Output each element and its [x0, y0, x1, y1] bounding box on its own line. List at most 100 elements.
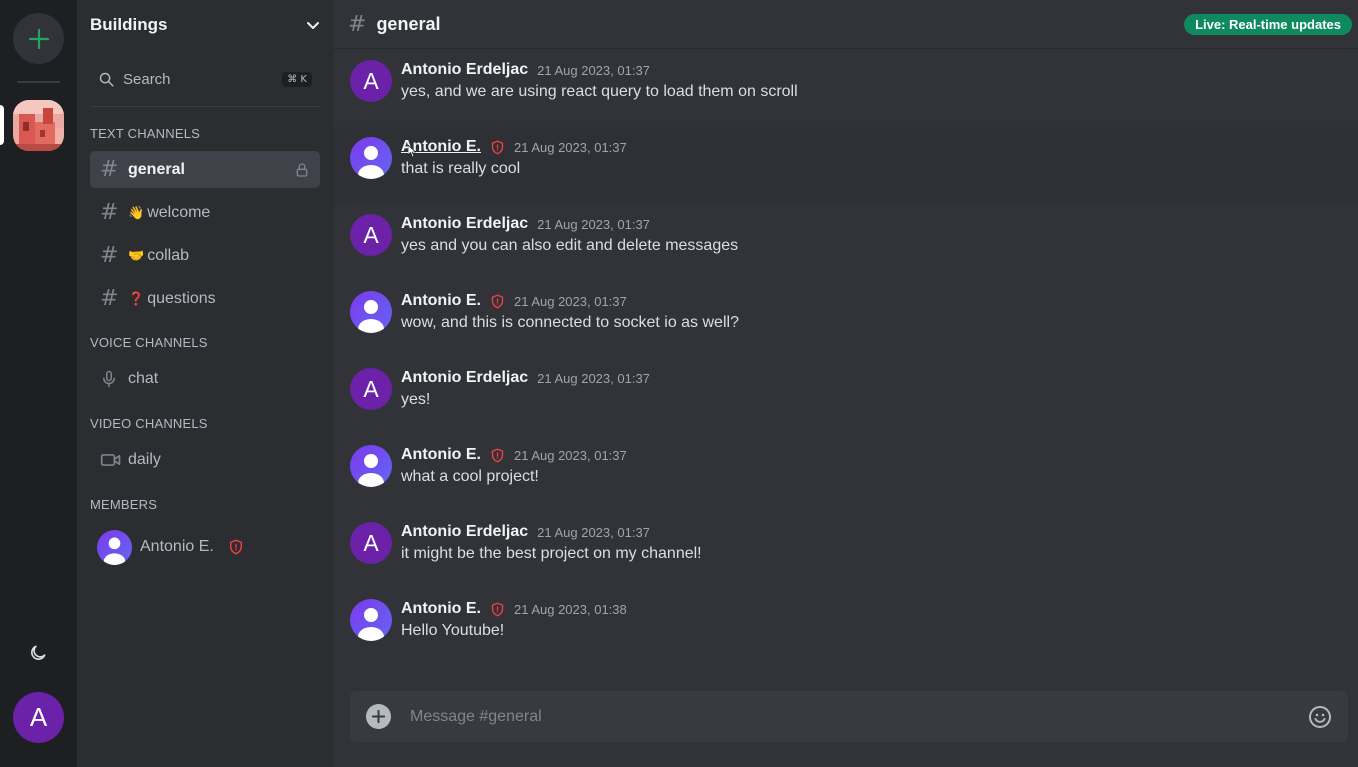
- channel-welcome[interactable]: # 👋 welcome: [90, 194, 320, 231]
- search-icon: [99, 72, 114, 87]
- channel-sidebar: Buildings Search ⌘ K TEXT CHANNELS # gen…: [77, 0, 334, 767]
- chat-header: # general Live: Real-time updates: [334, 0, 1358, 49]
- message-timestamp: 21 Aug 2023, 01:37: [537, 62, 650, 78]
- theme-toggle-button[interactable]: [26, 641, 50, 665]
- mouse-cursor-icon: [408, 145, 416, 157]
- default-avatar-icon[interactable]: [350, 291, 392, 333]
- author-avatar[interactable]: A: [350, 522, 392, 564]
- question-mark-emoji: ❓: [128, 290, 145, 306]
- author-avatar[interactable]: A: [350, 214, 392, 256]
- message-timestamp: 21 Aug 2023, 01:37: [537, 216, 650, 232]
- default-avatar-icon: [97, 529, 132, 565]
- channel-voice-chat[interactable]: chat: [90, 360, 320, 397]
- shield-icon: [490, 448, 505, 463]
- member-name: Antonio E.: [140, 538, 214, 555]
- message-timestamp: 21 Aug 2023, 01:37: [537, 524, 650, 540]
- rail-separator: [17, 81, 60, 83]
- user-avatar-initial: A: [29, 702, 48, 732]
- smiley-icon: [1309, 705, 1331, 728]
- attach-button[interactable]: [366, 704, 391, 729]
- message-item[interactable]: A Antonio Erdeljac 21 Aug 2023, 01:37 ye…: [334, 50, 1358, 127]
- message-text: yes, and we are using react query to loa…: [401, 83, 798, 100]
- message-item[interactable]: Antonio E. 21 Aug 2023, 01:37 that is re…: [334, 127, 1358, 204]
- message-text: yes and you can also edit and delete mes…: [401, 237, 739, 254]
- channel-title: general: [376, 13, 441, 34]
- mic-icon: [100, 369, 128, 389]
- message-timestamp: 21 Aug 2023, 01:38: [513, 601, 627, 617]
- channel-name: collab: [147, 246, 189, 264]
- sidebar-separator: [90, 106, 320, 107]
- shield-icon: [490, 602, 505, 617]
- message-timestamp: 21 Aug 2023, 01:37: [537, 370, 650, 386]
- message-author[interactable]: Antonio E.: [401, 600, 481, 618]
- message-text: wow, and this is connected to socket io …: [401, 314, 739, 331]
- live-status-badge: Live: Real-time updates: [1184, 14, 1352, 35]
- message-text: it might be the best project on my chann…: [401, 545, 702, 562]
- add-server-button[interactable]: [13, 13, 64, 64]
- member-item[interactable]: Antonio E.: [97, 529, 317, 565]
- user-avatar-button[interactable]: A: [13, 692, 64, 743]
- channel-name: daily: [128, 450, 161, 468]
- message-composer: [350, 691, 1348, 742]
- waving-hand-emoji: 👋: [128, 204, 145, 220]
- section-title-voice-channels: VOICE CHANNELS: [90, 335, 208, 350]
- server-rail: A: [0, 0, 77, 767]
- server-icon-buildings[interactable]: [13, 100, 64, 151]
- active-server-indicator: [0, 105, 4, 145]
- hash-icon: #: [100, 200, 119, 225]
- server-name: Buildings: [90, 14, 168, 34]
- section-title-text-channels: TEXT CHANNELS: [90, 126, 200, 141]
- message-timestamp: 21 Aug 2023, 01:37: [513, 293, 627, 309]
- search-button[interactable]: Search ⌘ K: [90, 62, 320, 96]
- channel-general[interactable]: # general: [90, 151, 320, 188]
- channel-name: general: [128, 160, 185, 178]
- search-label: Search: [123, 70, 171, 88]
- message-author[interactable]: Antonio E.: [401, 292, 481, 310]
- shield-icon: [229, 539, 242, 555]
- chevron-down-icon: [307, 21, 319, 29]
- message-item[interactable]: A Antonio Erdeljac 21 Aug 2023, 01:37 ye…: [334, 204, 1358, 281]
- default-avatar-icon[interactable]: [350, 137, 392, 179]
- plus-icon: [372, 710, 385, 723]
- message-item[interactable]: Antonio E. 21 Aug 2023, 01:37 wow, and t…: [334, 281, 1358, 358]
- server-header-button[interactable]: Buildings: [77, 0, 334, 49]
- author-avatar[interactable]: A: [350, 368, 392, 410]
- message-input[interactable]: [408, 706, 1308, 727]
- message-timestamp: 21 Aug 2023, 01:37: [513, 139, 627, 155]
- moon-icon: [31, 645, 46, 660]
- default-avatar-icon[interactable]: [350, 445, 392, 487]
- message-author[interactable]: Antonio Erdeljac: [401, 61, 528, 79]
- author-avatar[interactable]: A: [350, 60, 392, 102]
- message-author[interactable]: Antonio Erdeljac: [401, 523, 528, 541]
- channel-questions[interactable]: # ❓ questions: [90, 280, 320, 317]
- plus-icon: [28, 28, 49, 49]
- message-text: what a cool project!: [401, 468, 539, 485]
- shield-icon: [490, 294, 505, 309]
- message-item[interactable]: Antonio E. 21 Aug 2023, 01:38 Hello Yout…: [334, 589, 1358, 666]
- message-text: that is really cool: [401, 160, 521, 177]
- message-author[interactable]: Antonio Erdeljac: [401, 215, 528, 233]
- hash-icon: #: [100, 243, 119, 268]
- message-author[interactable]: Antonio Erdeljac: [401, 369, 528, 387]
- channel-name: questions: [147, 289, 216, 307]
- video-camera-icon: [100, 451, 128, 469]
- section-title-members: MEMBERS: [90, 497, 158, 512]
- channel-name: chat: [128, 369, 159, 387]
- emoji-picker-button[interactable]: [1308, 705, 1332, 729]
- default-avatar-icon[interactable]: [350, 599, 392, 641]
- message-author[interactable]: Antonio E.: [401, 446, 481, 464]
- message-item[interactable]: A Antonio Erdeljac 21 Aug 2023, 01:37 it…: [334, 512, 1358, 589]
- hash-icon: #: [348, 11, 367, 37]
- hash-icon: #: [100, 286, 119, 311]
- chat-area: # general Live: Real-time updates A Anto…: [334, 0, 1358, 767]
- hash-icon: #: [100, 157, 119, 182]
- lock-icon: [296, 162, 308, 177]
- channel-video-daily[interactable]: daily: [90, 441, 320, 478]
- message-item[interactable]: A Antonio Erdeljac 21 Aug 2023, 01:37 ye…: [334, 358, 1358, 435]
- channel-name: welcome: [147, 203, 211, 221]
- message-item[interactable]: Antonio E. 21 Aug 2023, 01:37 what a coo…: [334, 435, 1358, 512]
- message-text: yes!: [401, 391, 431, 408]
- section-title-video-channels: VIDEO CHANNELS: [90, 416, 208, 431]
- channel-collab[interactable]: # 🤝 collab: [90, 237, 320, 274]
- search-shortcut: ⌘ K: [282, 71, 312, 87]
